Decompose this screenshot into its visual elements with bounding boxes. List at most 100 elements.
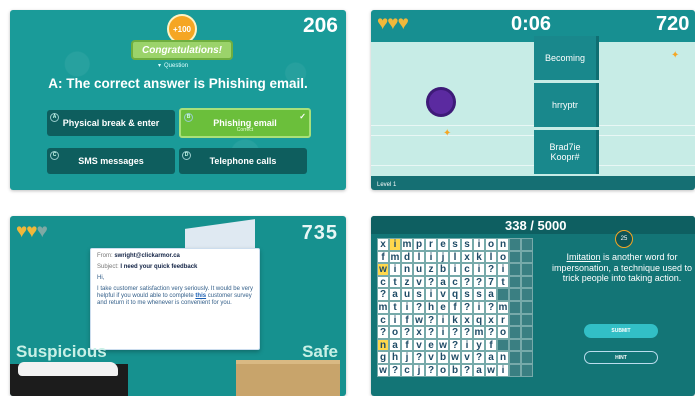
grid-cell[interactable]: ?	[461, 326, 473, 339]
grid-cell[interactable]: ?	[425, 275, 437, 289]
grid-cell[interactable]	[509, 313, 521, 327]
grid-cell[interactable]: a	[389, 288, 401, 301]
grid-cell[interactable]	[521, 238, 533, 251]
grid-cell[interactable]: ?	[485, 326, 497, 339]
grid-cell[interactable]: n	[377, 338, 389, 352]
grid-cell[interactable]: f	[401, 313, 413, 327]
grid-cell[interactable]: e	[437, 238, 449, 251]
grid-cell[interactable]: o	[497, 250, 509, 264]
grid-cell[interactable]: v	[413, 275, 425, 289]
grid-cell[interactable]: u	[413, 263, 425, 276]
grid-cell[interactable]: o	[485, 238, 497, 251]
grid-cell[interactable]: x	[377, 238, 389, 251]
grid-cell[interactable]: f	[485, 338, 497, 352]
grid-cell[interactable]: o	[497, 326, 509, 339]
grid-cell[interactable]: z	[401, 275, 413, 289]
hint-button[interactable]: HINT	[584, 351, 658, 364]
grid-cell[interactable]: k	[473, 250, 485, 264]
grid-cell[interactable]	[509, 363, 521, 377]
grid-cell[interactable]: ?	[461, 275, 473, 289]
grid-cell[interactable]: u	[401, 288, 413, 301]
grid-cell[interactable]: x	[461, 250, 473, 264]
grid-cell[interactable]: t	[389, 300, 401, 314]
grid-cell[interactable]: h	[425, 300, 437, 314]
grid-cell[interactable]: y	[473, 338, 485, 352]
grid-cell[interactable]: b	[449, 363, 461, 377]
grid-cell[interactable]: j	[401, 351, 413, 364]
grid-cell[interactable]: i	[437, 326, 449, 339]
grid-cell[interactable]	[521, 351, 533, 364]
grid-cell[interactable]	[521, 338, 533, 352]
option-d-button[interactable]: D Telephone calls	[179, 148, 307, 174]
grid-cell[interactable]: w	[377, 263, 389, 276]
grid-cell[interactable]: v	[437, 288, 449, 301]
email-card[interactable]: From: swright@clickarmor.ca Subject: I n…	[90, 248, 260, 350]
grid-cell[interactable]	[521, 326, 533, 339]
grid-cell[interactable]: o	[389, 326, 401, 339]
grid-cell[interactable]: n	[497, 351, 509, 364]
grid-cell[interactable]: j	[437, 250, 449, 264]
grid-cell[interactable]: f	[401, 338, 413, 352]
grid-cell[interactable]: t	[497, 275, 509, 289]
grid-cell[interactable]: i	[389, 263, 401, 276]
option-b-button[interactable]: B Phishing email ✓ Correct	[179, 108, 311, 138]
grid-cell[interactable]: c	[449, 275, 461, 289]
grid-cell[interactable]: i	[449, 263, 461, 276]
grid-cell[interactable]: r	[497, 313, 509, 327]
grid-cell[interactable]	[509, 300, 521, 314]
grid-cell[interactable]	[521, 275, 533, 289]
grid-cell[interactable]: ?	[449, 326, 461, 339]
submit-button[interactable]: SUBMIT	[584, 324, 658, 338]
letter-grid[interactable]: x i m p r e s s i o n f m d l i j l x k l o w i n u z b i c i? i c t z v? a c…	[377, 238, 533, 377]
grid-cell[interactable]: x	[413, 326, 425, 339]
grid-cell[interactable]	[497, 338, 509, 352]
grid-cell[interactable]: i	[461, 338, 473, 352]
grid-cell[interactable]: o	[437, 363, 449, 377]
grid-cell[interactable]: ?	[389, 363, 401, 377]
grid-cell[interactable]: k	[449, 313, 461, 327]
grid-cell[interactable]: g	[377, 351, 389, 364]
grid-cell[interactable]: a	[389, 338, 401, 352]
grid-cell[interactable]: ?	[461, 363, 473, 377]
grid-cell[interactable]: l	[413, 250, 425, 264]
grid-cell[interactable]: h	[389, 351, 401, 364]
grid-cell[interactable]: l	[485, 250, 497, 264]
grid-cell[interactable]: t	[389, 275, 401, 289]
grid-cell[interactable]: v	[461, 351, 473, 364]
grid-cell[interactable]	[509, 238, 521, 251]
grid-cell[interactable]: e	[425, 338, 437, 352]
grid-cell[interactable]: i	[473, 238, 485, 251]
grid-cell[interactable]: b	[437, 351, 449, 364]
grid-cell[interactable]: ?	[473, 275, 485, 289]
grid-cell[interactable]	[509, 263, 521, 276]
grid-cell[interactable]	[509, 288, 521, 301]
grid-cell[interactable]: l	[449, 250, 461, 264]
grid-cell[interactable]: a	[485, 288, 497, 301]
grid-cell[interactable]: f	[377, 250, 389, 264]
grid-cell[interactable]: b	[437, 263, 449, 276]
grid-cell[interactable]: m	[473, 326, 485, 339]
grid-cell[interactable]: m	[389, 250, 401, 264]
grid-cell[interactable]: i	[473, 263, 485, 276]
grid-cell[interactable]	[509, 275, 521, 289]
grid-cell[interactable]: c	[401, 363, 413, 377]
word-block[interactable]: Becoming	[534, 36, 596, 80]
grid-cell[interactable]: i	[473, 300, 485, 314]
grid-cell[interactable]	[521, 250, 533, 264]
grid-cell[interactable]: i	[389, 238, 401, 251]
grid-cell[interactable]: c	[377, 313, 389, 327]
grid-cell[interactable]	[509, 351, 521, 364]
safe-box[interactable]	[236, 360, 340, 396]
grid-cell[interactable]: ?	[461, 300, 473, 314]
grid-cell[interactable]: w	[413, 313, 425, 327]
grid-cell[interactable]: ?	[449, 338, 461, 352]
grid-cell[interactable]: i	[389, 313, 401, 327]
word-block[interactable]: hrryptr	[534, 83, 596, 127]
grid-cell[interactable]: ?	[473, 351, 485, 364]
grid-cell[interactable]: ?	[401, 326, 413, 339]
grid-cell[interactable]: ?	[425, 313, 437, 327]
grid-cell[interactable]: w	[437, 338, 449, 352]
grid-cell[interactable]: e	[437, 300, 449, 314]
grid-cell[interactable]: s	[461, 288, 473, 301]
grid-cell[interactable]: ?	[485, 300, 497, 314]
